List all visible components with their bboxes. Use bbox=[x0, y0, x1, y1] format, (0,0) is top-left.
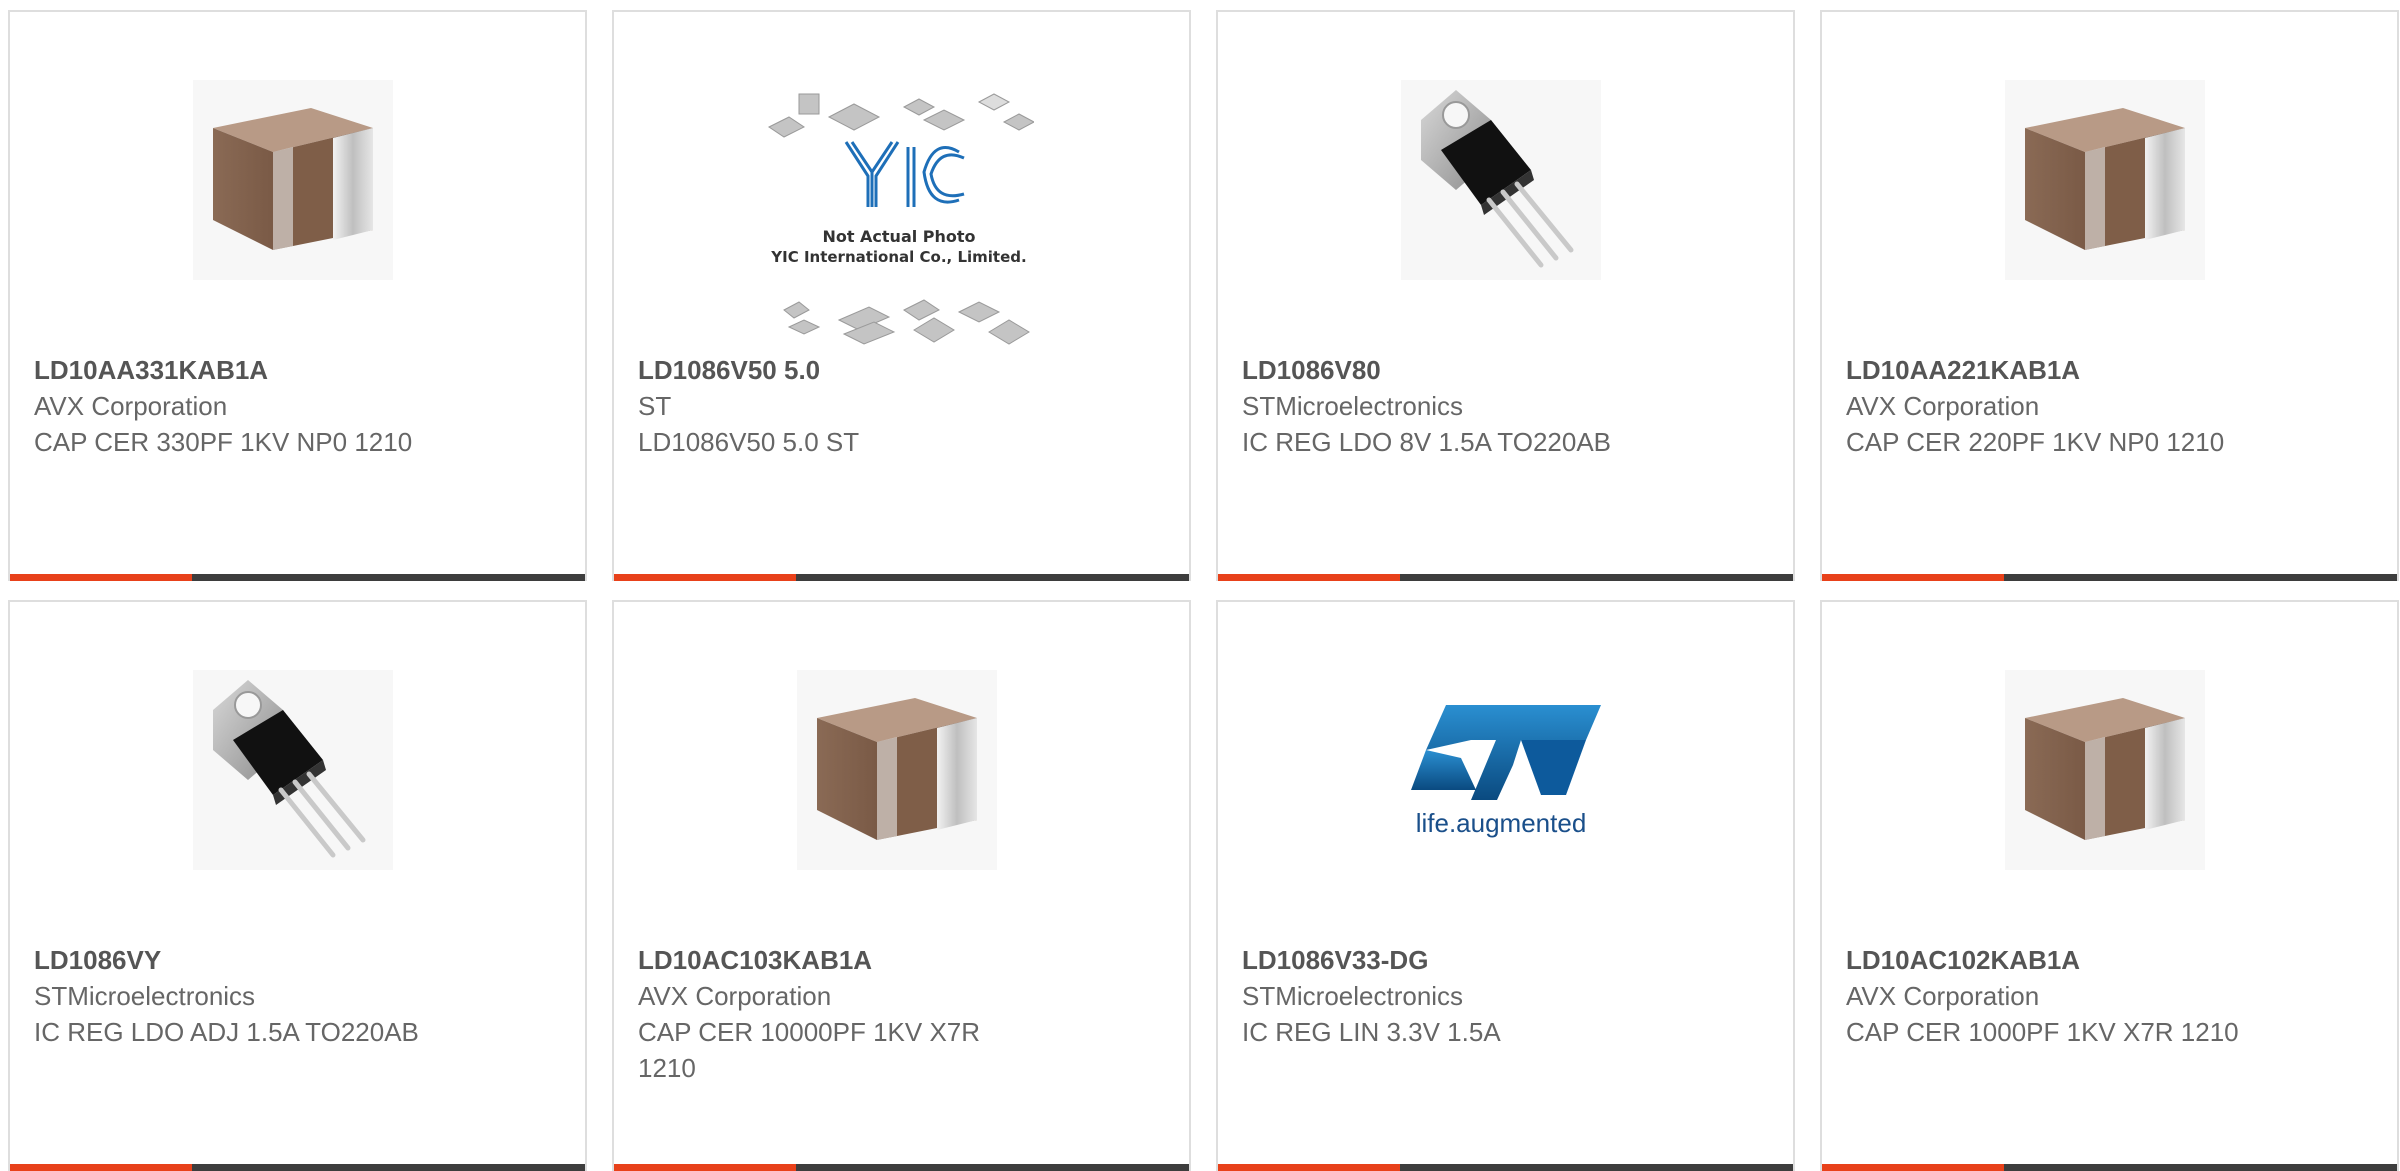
manufacturer: AVX Corporation bbox=[1846, 391, 2040, 421]
part-number[interactable]: LD1086VY bbox=[34, 942, 534, 978]
product-card[interactable]: LD10AC102KAB1A AVX Corporation CAP CER 1… bbox=[1820, 600, 2399, 1171]
card-footer-bar bbox=[1822, 574, 2397, 581]
manufacturer: AVX Corporation bbox=[638, 981, 832, 1011]
manufacturer: ST bbox=[638, 391, 672, 421]
part-number[interactable]: LD10AA331KAB1A bbox=[34, 352, 534, 388]
card-footer-bar bbox=[614, 574, 1189, 581]
manufacturer: AVX Corporation bbox=[1846, 981, 2040, 1011]
product-card[interactable]: LD10AA331KAB1A AVX Corporation CAP CER 3… bbox=[8, 10, 587, 581]
description: CAP CER 330PF 1KV NP0 1210 bbox=[34, 427, 413, 457]
product-grid: LD10AA331KAB1A AVX Corporation CAP CER 3… bbox=[8, 10, 2399, 1171]
description: IC REG LDO ADJ 1.5A TO220AB bbox=[34, 1017, 419, 1047]
product-card[interactable]: LD10AA221KAB1A AVX Corporation CAP CER 2… bbox=[1820, 10, 2399, 581]
manufacturer: STMicroelectronics bbox=[34, 981, 256, 1011]
not-actual-photo-text: Not Actual Photo bbox=[822, 227, 975, 246]
to220-regulator-icon[interactable] bbox=[1401, 80, 1601, 280]
card-footer-accent bbox=[1822, 1164, 2004, 1171]
product-card[interactable]: LD10AC103KAB1A AVX Corporation CAP CER 1… bbox=[612, 600, 1191, 1171]
part-number[interactable]: LD10AA221KAB1A bbox=[1846, 352, 2346, 388]
st-tagline: life.augmented bbox=[1416, 808, 1587, 838]
ceramic-capacitor-icon[interactable] bbox=[2005, 670, 2205, 870]
part-number[interactable]: LD1086V50 5.0 bbox=[638, 352, 1138, 388]
manufacturer: STMicroelectronics bbox=[1242, 391, 1464, 421]
product-card[interactable]: LD1086V80 STMicroelectronics IC REG LDO … bbox=[1216, 10, 1795, 581]
to220-regulator-icon[interactable] bbox=[193, 670, 393, 870]
card-footer-bar bbox=[1218, 1164, 1793, 1171]
card-footer-bar bbox=[1218, 574, 1793, 581]
card-footer-accent bbox=[1822, 574, 2004, 581]
description: IC REG LDO 8V 1.5A TO220AB bbox=[1242, 427, 1612, 457]
part-number[interactable]: LD10AC103KAB1A bbox=[638, 942, 1138, 978]
card-footer-accent bbox=[1218, 1164, 1400, 1171]
ceramic-capacitor-icon[interactable] bbox=[2005, 80, 2205, 280]
description: CAP CER 10000PF 1KV X7R 1210 bbox=[638, 1017, 981, 1083]
part-number[interactable]: LD10AC102KAB1A bbox=[1846, 942, 2346, 978]
product-card[interactable]: Not Actual Photo YIC International Co., … bbox=[612, 10, 1191, 581]
card-footer-accent bbox=[1218, 574, 1400, 581]
card-footer-bar bbox=[1822, 1164, 2397, 1171]
ceramic-capacitor-icon[interactable] bbox=[193, 80, 393, 280]
card-footer-accent bbox=[614, 574, 796, 581]
card-footer-accent bbox=[10, 574, 192, 581]
description: CAP CER 1000PF 1KV X7R 1210 bbox=[1846, 1017, 2239, 1047]
card-footer-accent bbox=[614, 1164, 796, 1171]
st-logo[interactable]: life.augmented bbox=[1401, 670, 1601, 870]
card-footer-bar bbox=[10, 1164, 585, 1171]
part-number[interactable]: LD1086V80 bbox=[1242, 352, 1742, 388]
manufacturer: STMicroelectronics bbox=[1242, 981, 1464, 1011]
manufacturer: AVX Corporation bbox=[34, 391, 228, 421]
description: LD1086V50 5.0 ST bbox=[638, 427, 860, 457]
description: IC REG LIN 3.3V 1.5A bbox=[1242, 1017, 1501, 1047]
card-footer-bar bbox=[614, 1164, 1189, 1171]
card-footer-accent bbox=[10, 1164, 192, 1171]
product-card[interactable]: life.augmented LD1086V33-DG STMicroelect… bbox=[1216, 600, 1795, 1171]
yic-company-text: YIC International Co., Limited. bbox=[770, 248, 1026, 266]
product-card[interactable]: LD1086VY STMicroelectronics IC REG LDO A… bbox=[8, 600, 587, 1171]
placeholder-image[interactable]: Not Actual Photo YIC International Co., … bbox=[764, 92, 1034, 352]
description: CAP CER 220PF 1KV NP0 1210 bbox=[1846, 427, 2225, 457]
card-footer-bar bbox=[10, 574, 585, 581]
part-number[interactable]: LD1086V33-DG bbox=[1242, 942, 1742, 978]
ceramic-capacitor-icon[interactable] bbox=[797, 670, 997, 870]
